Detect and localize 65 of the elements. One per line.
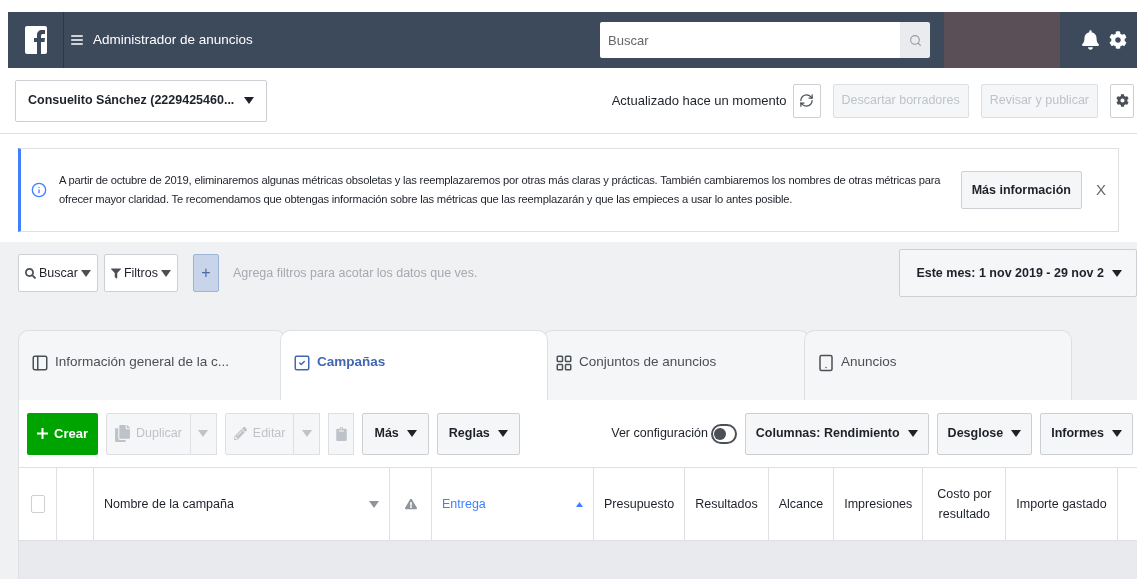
checkbox[interactable] — [30, 495, 45, 513]
clipboard-button[interactable] — [328, 412, 355, 455]
column-header[interactable]: Importe gastado — [1016, 494, 1107, 514]
status-text: Actualizado hace un momento — [611, 91, 787, 110]
pencil-icon — [233, 427, 247, 440]
filter-hint: Agrega filtros para acotar los datos que ves. — [232, 264, 478, 282]
caret-icon — [369, 500, 379, 508]
column-header[interactable]: Presupuesto — [604, 494, 675, 514]
menu-button[interactable]: Desglose — [936, 412, 1033, 455]
caret-icon — [1112, 430, 1122, 437]
checkbox-icon — [293, 353, 311, 372]
app-title: Administrador de anuncios — [93, 30, 253, 49]
menu-button[interactable]: Informes — [1040, 412, 1133, 455]
search-icon — [908, 33, 922, 47]
caret-icon — [244, 97, 255, 104]
toggle-switch[interactable] — [710, 423, 737, 444]
account-dropdown[interactable]: Consuelito Sánchez (2229425460... — [15, 79, 268, 122]
date-range-dropdown[interactable]: Este mes: 1 nov 2019 - 29 nov 2 — [899, 249, 1137, 297]
caret-icon — [1011, 430, 1022, 437]
menu-button[interactable]: Reglas — [436, 412, 520, 455]
close-button[interactable]: X — [1096, 178, 1106, 202]
settings-icon — [1115, 94, 1129, 107]
column-header[interactable]: Entrega — [442, 494, 486, 514]
column-header[interactable]: Alcance — [778, 494, 824, 514]
add-filter-button[interactable]: + — [192, 254, 219, 292]
refresh-icon — [799, 93, 815, 108]
column-header[interactable]: Costo por resultado — [933, 484, 996, 524]
caret-icon — [1112, 269, 1122, 277]
plus-icon — [37, 428, 48, 439]
caret-icon — [907, 430, 918, 437]
grid-icon — [555, 353, 573, 372]
menu-button[interactable]: Más — [362, 412, 429, 455]
panel-icon — [31, 353, 49, 372]
menu-button[interactable]: Columnas: Rendimiento — [744, 412, 929, 455]
more-info-button[interactable]: Más información — [960, 171, 1082, 209]
caret-icon — [198, 430, 209, 437]
caret-icon — [160, 269, 171, 277]
notice-text: A partir de octubre de 2019, eliminaremos algunas métricas obsoletas y las reemplazaremos por otras más claras y prácticas. También cambiaremos los nombres de otras métricas para ofrecer mayor claridad. Te recomendamos que obtengas información sobre las métricas que las reemplazarán y que las empieces a usar lo antes posible. — [59, 173, 942, 207]
caret-icon — [406, 430, 417, 437]
menu-icon[interactable] — [69, 32, 85, 48]
info-icon — [31, 182, 47, 198]
warning-icon — [404, 498, 417, 510]
column-header[interactable]: Nombre de la campaña — [104, 494, 234, 514]
caret-icon — [497, 430, 508, 437]
tab[interactable]: Campañas — [280, 330, 548, 400]
caret-icon — [80, 269, 91, 277]
bell-icon[interactable] — [1082, 30, 1099, 50]
settings-icon[interactable] — [1109, 31, 1127, 49]
column-header[interactable]: Resultados — [695, 494, 758, 514]
search-field[interactable]: Buscar — [600, 22, 900, 58]
caret-icon — [302, 430, 312, 437]
settings-button[interactable] — [1110, 83, 1134, 118]
tab[interactable]: Anuncios — [804, 330, 1072, 400]
filter-dropdown[interactable]: Filtros — [103, 254, 178, 292]
search-icon — [25, 267, 36, 279]
filter-icon — [110, 267, 121, 279]
logo-icon — [24, 26, 47, 54]
column-header[interactable]: Impresiones — [844, 494, 913, 514]
copy-icon — [114, 425, 130, 442]
view-settings-label: Ver configuración — [611, 425, 708, 443]
refresh-button[interactable] — [792, 83, 821, 118]
tablet-icon — [817, 353, 835, 372]
search-dropdown[interactable]: Buscar — [18, 254, 98, 292]
clipboard-icon — [336, 426, 347, 441]
sort-arrow-icon — [576, 501, 583, 507]
